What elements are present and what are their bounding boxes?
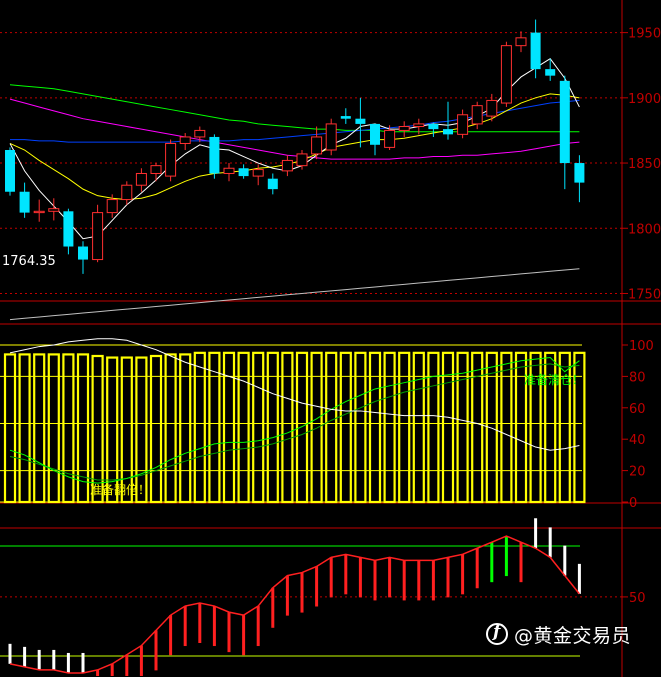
candle-body-up (165, 142, 177, 177)
candle-body-up (311, 136, 323, 155)
candle-body-up (457, 114, 469, 135)
osc-tick-label: 0 (629, 496, 637, 511)
candle-body-up (121, 184, 133, 201)
osc-bar (339, 351, 352, 504)
candle-body-up (194, 129, 206, 138)
osc-tick-label: 40 (629, 433, 646, 448)
candle-body-up (223, 167, 235, 174)
osc-tick-label: 20 (629, 465, 646, 480)
osc-bar (252, 351, 265, 504)
candle-body-down (78, 246, 88, 260)
candle-body-down (370, 123, 380, 145)
candle-body-down (443, 129, 453, 135)
candle-body-down (340, 116, 351, 119)
osc-bar (193, 351, 206, 504)
osc-bar (135, 356, 148, 504)
osc-bar (383, 351, 396, 504)
osc-tick-label: 80 (629, 370, 646, 385)
osc-bar (281, 351, 294, 504)
candle-body-down (5, 150, 15, 192)
ma-gray-line (9, 268, 580, 321)
candle-body-down (267, 178, 278, 190)
osc-bar (266, 351, 279, 504)
osc-bar (120, 356, 133, 504)
candle-body-down (209, 136, 220, 174)
osc-tick-label: 100 (629, 339, 654, 354)
osc-green-dark-line (9, 363, 580, 481)
price-tick-label: 1850 (628, 157, 661, 172)
candle-body-up (486, 99, 498, 117)
watermark: @黄金交易员 (486, 620, 631, 648)
candle-body-up (252, 169, 264, 177)
price-tick-label: 1900 (628, 92, 661, 107)
osc-bar (354, 351, 367, 504)
candle-body-down (574, 163, 585, 183)
hist-signal-line (9, 535, 580, 674)
osc-tick-label: 60 (629, 402, 646, 417)
hist-tick-label: 50 (629, 591, 646, 606)
price-tick-label: 1800 (628, 222, 661, 237)
osc-bar (500, 351, 513, 504)
candle-body-down (428, 123, 439, 130)
candle-body-up (471, 105, 483, 125)
candle-body-up (500, 45, 512, 104)
osc-bar (310, 351, 323, 504)
candle-body-up (150, 165, 162, 174)
chart-canvas: 1750 1800 1850 1900 1950 0 20 40 60 80 100 50 176… (0, 0, 661, 677)
candle-body-up (398, 126, 410, 131)
candle-body-up (179, 136, 191, 144)
osc-bar (149, 354, 163, 504)
osc-bar (295, 351, 309, 504)
sell-signal-text: 准备清仓！ (524, 373, 584, 387)
ma-white-line (9, 58, 580, 240)
candle-body-up (106, 199, 118, 214)
candle-body-up (384, 129, 396, 148)
price-tick-label: 1950 (628, 27, 661, 42)
candle-body-down (238, 168, 249, 177)
osc-bar (208, 351, 221, 504)
candle-body-up (135, 172, 147, 186)
histogram-panel: 50 (0, 518, 646, 676)
osc-bar (427, 351, 440, 504)
candle-body-up (48, 208, 60, 212)
buy-signal-text: 准备翻倍！ (90, 482, 150, 497)
osc-bar (456, 351, 469, 504)
osc-bar (412, 351, 425, 504)
low-price-annotation: 1764.35 (2, 254, 56, 269)
candle-body-down (545, 69, 556, 76)
watermark-handle: @黄金交易员 (514, 624, 632, 647)
candle-body-up (33, 210, 45, 214)
candle-body-down (19, 191, 30, 213)
candle-body-down (355, 118, 366, 124)
candle-body-up (413, 123, 425, 128)
candle-body-up (325, 123, 337, 151)
osc-bar (325, 351, 338, 504)
price-panel: 1750 1800 1850 1900 1950 (0, 19, 661, 321)
candle-body-down (63, 211, 74, 247)
candle-body-up (296, 153, 308, 167)
toutiao-logo-icon (486, 622, 508, 645)
candle-body-down (559, 80, 570, 164)
candle-body-up (92, 212, 104, 261)
osc-bar (368, 351, 382, 504)
osc-bar (398, 351, 411, 504)
price-tick-label: 1750 (628, 287, 661, 302)
candle-body-up (515, 37, 527, 47)
osc-bar (237, 351, 250, 504)
candle-body-up (281, 159, 293, 172)
candle-body-down (530, 32, 541, 70)
